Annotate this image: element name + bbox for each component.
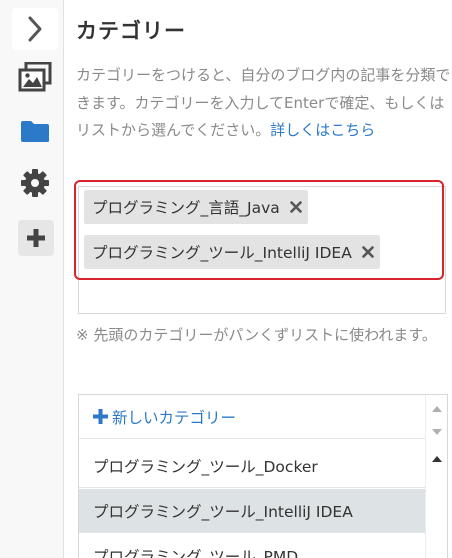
details-link[interactable]: 詳しくはこちら: [270, 121, 375, 139]
page-title: カテゴリー: [76, 19, 186, 43]
close-icon: [289, 201, 302, 213]
remove-tag-button[interactable]: [289, 201, 302, 213]
list-item-label: プログラミング_ツール_PMD: [93, 547, 299, 558]
list-item-label: プログラミング_ツール_Docker: [93, 457, 318, 476]
scrollbar[interactable]: [425, 395, 447, 558]
plus-icon: [27, 229, 45, 247]
scroll-up-button[interactable]: [431, 453, 443, 463]
close-icon: [362, 246, 374, 258]
list-item-label: プログラミング_ツール_IntelliJ IDEA: [93, 502, 353, 521]
add-tool-button[interactable]: [18, 220, 54, 256]
image-tool-button[interactable]: [16, 58, 54, 96]
list-item[interactable]: プログラミング_ツール_IntelliJ IDEA: [79, 489, 425, 533]
category-tag: プログラミング_言語_Java: [84, 190, 308, 224]
chevron-right-icon: [28, 16, 42, 42]
category-description: カテゴリーをつけると、自分のブログ内の記事を分類できます。カテゴリーを入力してE…: [76, 62, 452, 145]
image-icon: [18, 62, 52, 92]
category-tag: プログラミング_ツール_IntelliJ IDEA: [84, 235, 380, 269]
new-category-button[interactable]: 新しいカテゴリー: [79, 395, 425, 439]
tag-label: プログラミング_ツール_IntelliJ IDEA: [92, 244, 352, 262]
scroll-up-button[interactable]: [431, 403, 443, 413]
plus-icon: [93, 409, 108, 424]
category-panel: カテゴリー カテゴリーをつけると、自分のブログ内の記事を分類できます。カテゴリー…: [64, 0, 452, 558]
list-item[interactable]: プログラミング_ツール_Docker: [79, 444, 425, 488]
scroll-up-icon: [432, 455, 442, 462]
scroll-down-icon: [432, 428, 442, 435]
folder-icon: [21, 121, 49, 142]
breadcrumb-note: ※ 先頭のカテゴリーがパンくずリストに使われます。: [76, 326, 437, 344]
scroll-up-icon: [432, 405, 442, 412]
category-list: 新しいカテゴリー プログラミング_ツール_Docker プログラミング_ツール_…: [78, 394, 448, 558]
collapse-toggle-button[interactable]: [12, 8, 58, 50]
scroll-down-button[interactable]: [431, 427, 443, 437]
gear-icon: [21, 169, 49, 197]
description-text: カテゴリーをつけると、自分のブログ内の記事を分類できます。カテゴリーを入力してE…: [76, 66, 451, 139]
category-tool-button[interactable]: [16, 112, 54, 150]
sidebar-rail: [0, 0, 64, 558]
new-category-label: 新しいカテゴリー: [112, 408, 237, 427]
settings-tool-button[interactable]: [16, 164, 54, 202]
remove-tag-button[interactable]: [362, 246, 374, 258]
list-item[interactable]: プログラミング_ツール_PMD: [79, 534, 425, 558]
tag-label: プログラミング_言語_Java: [92, 199, 280, 217]
